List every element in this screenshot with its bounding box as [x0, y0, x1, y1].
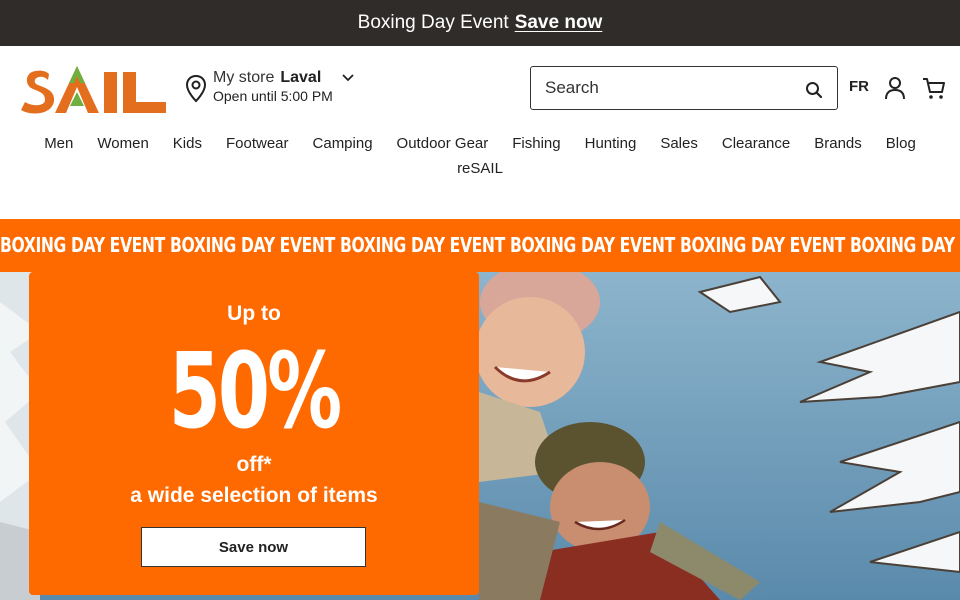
nav-item-brands[interactable]: Brands: [802, 132, 874, 155]
nav-item-clearance[interactable]: Clearance: [710, 132, 802, 155]
nav-item-kids[interactable]: Kids: [161, 132, 214, 155]
nav-item-men[interactable]: Men: [32, 132, 85, 155]
store-hours: Open until 5:00 PM: [213, 88, 333, 104]
cart-icon[interactable]: [922, 76, 946, 100]
search-icon[interactable]: [805, 81, 823, 99]
nav-item-hunting[interactable]: Hunting: [573, 132, 649, 155]
marquee-text: Boxing Day Event: [680, 233, 845, 257]
nav-item-camping[interactable]: Camping: [301, 132, 385, 155]
promo-card: Up to 50% off* a wide selection of items…: [29, 272, 479, 595]
marquee-text: Boxing Day Event: [340, 233, 505, 257]
save-now-button[interactable]: Save now: [141, 527, 366, 567]
promo-off: off*: [236, 453, 272, 476]
announcement-save-link[interactable]: Save now: [515, 12, 603, 34]
search-input[interactable]: [545, 78, 805, 98]
promo-up-to: Up to: [227, 302, 281, 325]
marquee-text: Boxing Day Event: [170, 233, 335, 257]
marquee-text: Boxing Day Event: [850, 233, 960, 257]
main-navigation: Men Women Kids Footwear Camping Outdoor …: [0, 132, 960, 180]
promo-selection: a wide selection of items: [130, 484, 378, 507]
nav-item-footwear[interactable]: Footwear: [214, 132, 301, 155]
announcement-bar: Boxing Day Event Save now: [0, 0, 960, 46]
nav-item-blog[interactable]: Blog: [874, 132, 928, 155]
announcement-text: Boxing Day Event: [357, 12, 509, 33]
nav-item-women[interactable]: Women: [85, 132, 160, 155]
chevron-down-icon: [342, 73, 354, 81]
marquee-text: Boxing Day Event: [510, 233, 675, 257]
nav-item-outdoor-gear[interactable]: Outdoor Gear: [385, 132, 501, 155]
promo-percent: 50%: [168, 330, 342, 452]
marquee-text: Boxing Day Event: [0, 233, 165, 257]
account-icon[interactable]: [884, 76, 906, 100]
language-toggle[interactable]: FR: [849, 78, 869, 95]
search-box[interactable]: [530, 66, 838, 110]
store-label: My store: [213, 69, 275, 86]
nav-item-fishing[interactable]: Fishing: [500, 132, 572, 155]
store-selector[interactable]: My store Laval Open until 5:00 PM: [185, 68, 355, 106]
nav-item-sales[interactable]: Sales: [648, 132, 710, 155]
event-marquee: Boxing Day Event Boxing Day Event Boxing D…: [0, 219, 960, 272]
sail-logo[interactable]: [19, 62, 167, 114]
store-name: Laval: [280, 69, 322, 86]
nav-item-resail[interactable]: reSAIL: [445, 157, 515, 180]
location-pin-icon: [185, 74, 207, 103]
